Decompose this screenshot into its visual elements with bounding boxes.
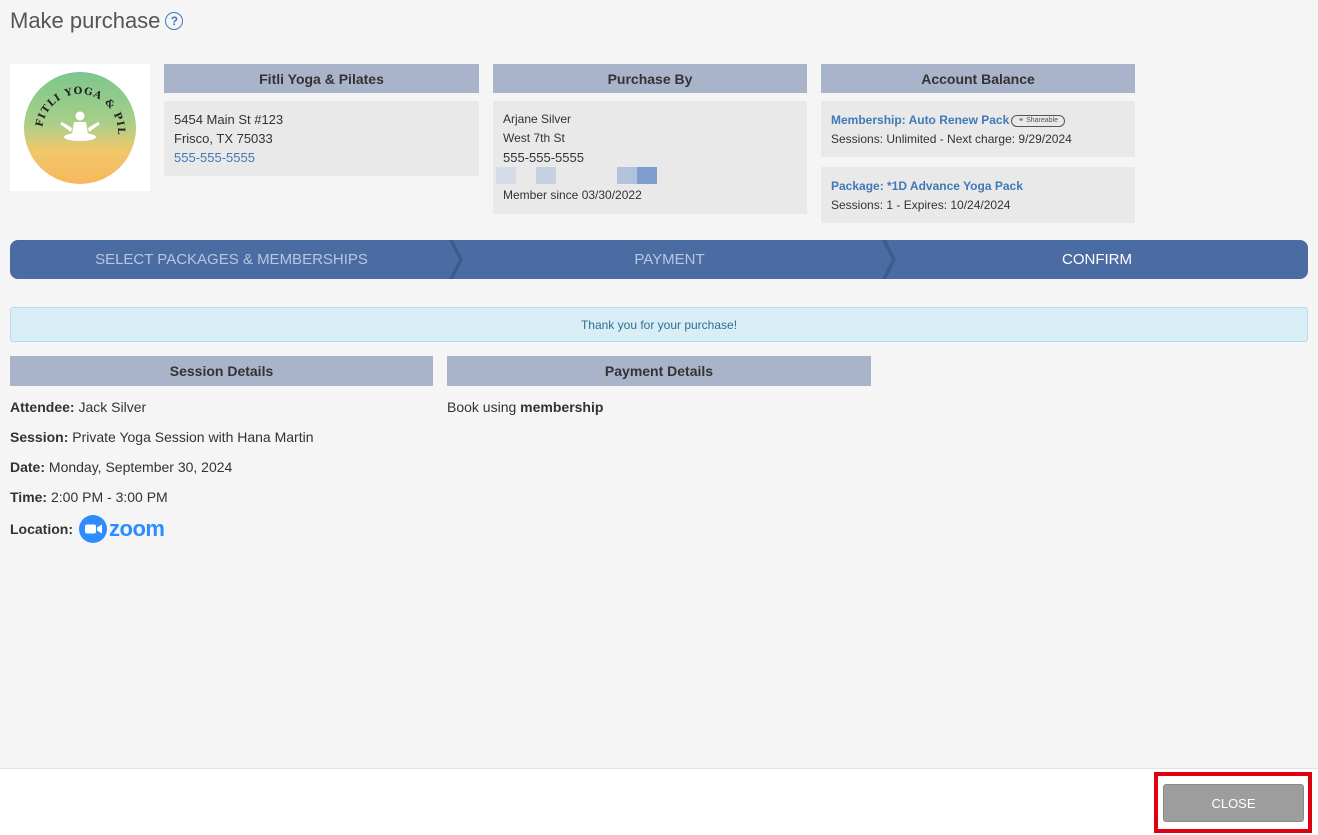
step-select-packages: SELECT PACKAGES & MEMBERSHIPS — [10, 240, 463, 279]
studio-logo: FITLI YOGA & PILATES — [10, 64, 150, 191]
title-row: Make purchase ? — [10, 8, 184, 34]
time-value: 2:00 PM - 3:00 PM — [50, 489, 168, 505]
step-label: SELECT PACKAGES & MEMBERSHIPS — [95, 251, 368, 268]
payment-method: membership — [520, 399, 604, 415]
date-row: Date: Monday, September 30, 2024 — [10, 459, 232, 475]
step-confirm: CONFIRM — [886, 240, 1308, 279]
step-label: CONFIRM — [1062, 251, 1132, 268]
zoom-camera-icon — [79, 515, 107, 543]
zoom-wordmark: zoom — [109, 516, 165, 541]
attendee-label: Attendee: — [10, 399, 75, 415]
session-row: Session: Private Yoga Session with Hana … — [10, 429, 314, 445]
payment-details-header: Payment Details — [447, 356, 871, 386]
redacted-block — [617, 167, 637, 184]
package-card: Package: *1D Advance Yoga Pack Sessions:… — [821, 167, 1135, 223]
time-row: Time: 2:00 PM - 3:00 PM — [10, 489, 168, 505]
session-details-header: Session Details — [10, 356, 433, 386]
shareable-label: Shareable — [1026, 116, 1059, 124]
purchase-steps: SELECT PACKAGES & MEMBERSHIPS PAYMENT CO… — [10, 240, 1308, 279]
purchaser-info: Arjane Silver West 7th St 555-555-5555 M… — [493, 101, 807, 214]
account-balance-header: Account Balance — [821, 64, 1135, 93]
session-value: Private Yoga Session with Hana Martin — [72, 429, 314, 445]
membership-detail: Sessions: Unlimited - Next charge: 9/29/… — [831, 132, 1072, 146]
success-notice: Thank you for your purchase! — [10, 307, 1308, 342]
studio-phone-link[interactable]: 555-555-5555 — [174, 148, 469, 167]
chevron-right-icon — [449, 240, 463, 279]
chevron-right-icon — [882, 240, 896, 279]
redacted-block — [496, 167, 516, 184]
member-since: Member since 03/30/2022 — [503, 188, 642, 202]
step-label: PAYMENT — [634, 251, 705, 268]
studio-address-line2: Frisco, TX 75033 — [174, 131, 273, 146]
attendee-value: Jack Silver — [78, 399, 147, 415]
question-circle-icon[interactable]: ? — [165, 12, 184, 30]
membership-title-link[interactable]: Membership: Auto Renew Pack — [831, 113, 1009, 127]
share-icon: ⚭ — [1018, 116, 1025, 124]
package-detail: Sessions: 1 - Expires: 10/24/2024 — [831, 198, 1011, 212]
purchaser-name: Arjane Silver — [503, 112, 572, 126]
payment-method-row: Book using membership — [447, 399, 603, 415]
redacted-block — [637, 167, 657, 184]
studio-name-header: Fitli Yoga & Pilates — [164, 64, 479, 93]
step-payment: PAYMENT — [453, 240, 896, 279]
page-title: Make purchase — [10, 8, 161, 33]
session-label: Session: — [10, 429, 69, 445]
purchase-by-header: Purchase By — [493, 64, 807, 93]
close-button[interactable]: CLOSE — [1163, 784, 1304, 822]
modal-footer — [0, 768, 1318, 835]
time-label: Time: — [10, 489, 48, 505]
purchaser-street: West 7th St — [503, 131, 565, 145]
purchaser-phone: 555-555-5555 — [503, 150, 584, 165]
date-value: Monday, September 30, 2024 — [48, 459, 233, 475]
zoom-logo: zoom — [79, 515, 165, 543]
redacted-block — [536, 167, 556, 184]
membership-card: Membership: Auto Renew Pack ⚭ Shareable S… — [821, 101, 1135, 157]
attendee-row: Attendee: Jack Silver — [10, 399, 146, 415]
package-title-link[interactable]: Package: *1D Advance Yoga Pack — [831, 179, 1023, 193]
studio-info: 5454 Main St #123 Frisco, TX 75033 555-5… — [164, 101, 479, 176]
date-label: Date: — [10, 459, 46, 475]
studio-address-line1: 5454 Main St #123 — [174, 112, 284, 127]
payment-text: Book using — [447, 399, 517, 415]
location-row: Location: zoom — [10, 515, 165, 543]
location-label: Location: — [10, 521, 73, 537]
shareable-badge: ⚭ Shareable — [1011, 114, 1066, 127]
